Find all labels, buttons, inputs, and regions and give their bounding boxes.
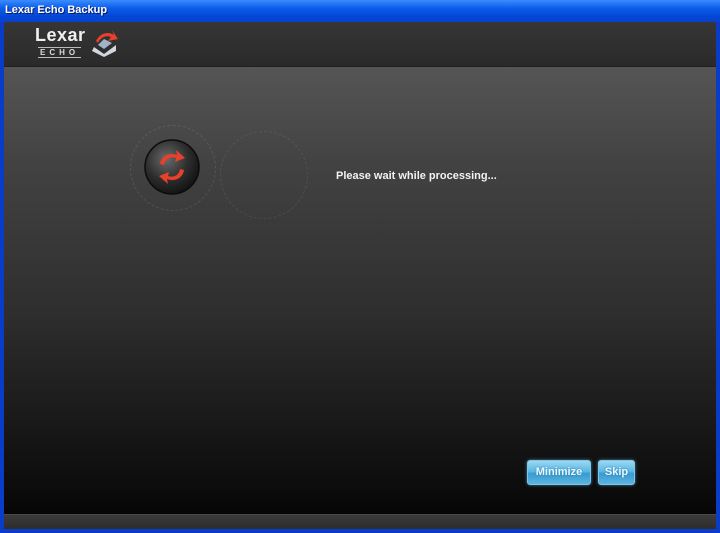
title-bar[interactable]: Lexar Echo Backup	[0, 0, 720, 22]
bottom-bar	[4, 514, 716, 529]
header-bar: Lexar ECHO	[4, 22, 716, 67]
main-panel: Please wait while processing... Minimize…	[4, 67, 716, 514]
echo-arrow-logo-icon	[92, 30, 118, 57]
app-window: Lexar Echo Backup Lexar ECHO Please wait…	[0, 0, 720, 533]
minimize-button[interactable]: Minimize	[527, 460, 591, 485]
logo-wordmark: Lexar	[35, 25, 86, 45]
sync-arrows-icon	[144, 139, 200, 195]
logo-subtitle: ECHO	[38, 47, 82, 58]
skip-button[interactable]: Skip	[598, 460, 635, 485]
dotted-ring	[220, 131, 308, 219]
lexar-echo-logo: Lexar ECHO	[32, 25, 122, 63]
status-message: Please wait while processing...	[336, 170, 497, 182]
app-client-area: Lexar ECHO Please wait while processing.…	[4, 22, 716, 529]
progress-animation	[130, 125, 322, 247]
window-title: Lexar Echo Backup	[5, 4, 108, 16]
